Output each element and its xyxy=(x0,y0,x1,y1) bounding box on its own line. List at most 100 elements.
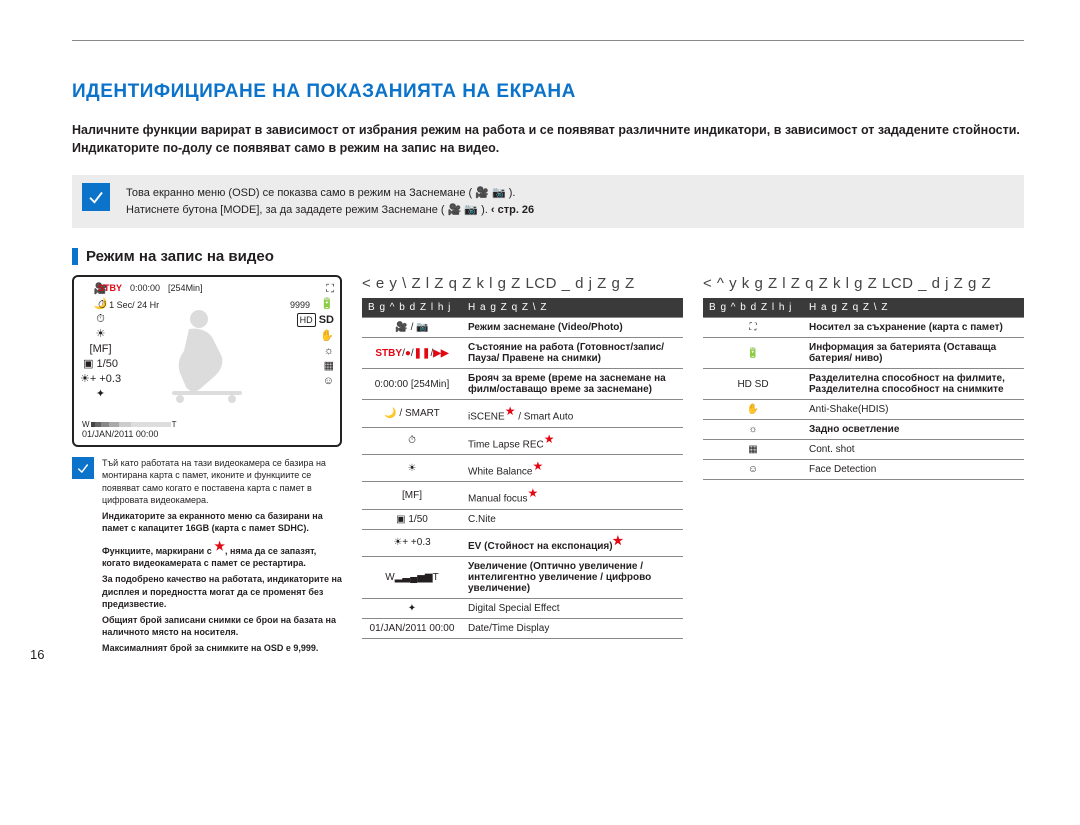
indicator-cell: 0:00:00 [254Min] xyxy=(362,369,462,400)
table-row: ✦Digital Special Effect xyxy=(362,598,683,618)
th-meaning: H a g Z q Z \ Z xyxy=(462,298,683,318)
description-cell: Anti-Shake(HDIS) xyxy=(803,400,1024,420)
description-cell: C.Nite xyxy=(462,509,683,529)
th-indicator: B g ^ b d Z l h j xyxy=(703,298,803,318)
note-line-2: Натиснете бутона [MODE], за да зададете … xyxy=(126,202,1010,219)
right-spec-table: B g ^ b d Z l h j H a g Z q Z \ Z ⛶Носит… xyxy=(703,298,1024,480)
check-icon xyxy=(82,183,110,211)
table-row: 🎥 / 📷Режим заснемане (Video/Photo) xyxy=(362,318,683,338)
indicator-cell: ⏱ xyxy=(362,427,462,454)
table-row: 01/JAN/2011 00:00Date/Time Display xyxy=(362,618,683,638)
description-cell: White Balance★ xyxy=(462,454,683,481)
indicator-cell: [MF] xyxy=(362,482,462,509)
th-meaning: H a g Z q Z \ Z xyxy=(803,298,1024,318)
left-spec-table: B g ^ b d Z l h j H a g Z q Z \ Z 🎥 / 📷Р… xyxy=(362,298,683,639)
right-subhead: < ^ y k g Z l Z q Z k l g Z LCD _ d j Z … xyxy=(703,275,1024,292)
description-cell: Информация за батерията (Оставаща батери… xyxy=(803,338,1024,369)
page-number: 16 xyxy=(30,647,44,662)
small-note-line: Функциите, маркирани с ★, няма да се зап… xyxy=(102,538,342,569)
small-note-line: Индикаторите за екранното меню са базира… xyxy=(102,510,342,534)
effect-icon: ✦ xyxy=(80,388,121,400)
table-row: ▦Cont. shot xyxy=(703,440,1024,460)
small-note-block: Тъй като работата на тази видеокамера се… xyxy=(72,457,342,658)
table-row: ▣ 1/50C.Nite xyxy=(362,509,683,529)
lcd-date: 01/JAN/2011 00:00 xyxy=(82,429,332,439)
backlight-icon: ☼ xyxy=(324,345,334,357)
small-note-line: Максималният брой за снимките на OSD е 9… xyxy=(102,642,342,654)
skater-silhouette-icon xyxy=(144,297,264,419)
note-box: Това екранно меню (OSD) се показва само … xyxy=(72,175,1024,228)
indicator-cell: ☺ xyxy=(703,460,803,480)
description-cell: Състояние на работа (Готовност/запис/Пау… xyxy=(462,338,683,369)
indicator-cell: ☀+ +0.3 xyxy=(362,529,462,556)
note-line-2a: Натиснете бутона [MODE], за да зададете … xyxy=(126,204,491,216)
description-cell: Разделителна способност на филмите, Разд… xyxy=(803,369,1024,400)
timelapse-icon: ⏱ xyxy=(80,313,121,325)
description-cell: Face Detection xyxy=(803,460,1024,480)
zoom-t: T xyxy=(172,420,177,429)
description-cell: Time Lapse REC★ xyxy=(462,427,683,454)
mid-subhead: < e y \ Z l Z q Z k l g Z LCD _ d j Z g … xyxy=(362,275,683,292)
indicator-cell: ✦ xyxy=(362,598,462,618)
lcd-time: 0:00:00 xyxy=(130,283,160,293)
th-indicator: B g ^ b d Z l h j xyxy=(362,298,462,318)
small-note-line: Общият брой записани снимки се брои на б… xyxy=(102,614,342,638)
note-line-1: Това екранно меню (OSD) се показва само … xyxy=(126,185,1010,202)
table-row: [MF]Manual focus★ xyxy=(362,482,683,509)
indicator-cell: ▦ xyxy=(703,440,803,460)
table-row: ☀White Balance★ xyxy=(362,454,683,481)
table-row: ✋Anti-Shake(HDIS) xyxy=(703,400,1024,420)
description-cell: Cont. shot xyxy=(803,440,1024,460)
table-row: 🔋Информация за батерията (Оставаща батер… xyxy=(703,338,1024,369)
indicator-cell: W▂▃▄▅▆T xyxy=(362,556,462,598)
cnite-icon: ▣ 1/50 xyxy=(80,358,121,370)
indicator-cell: HD SD xyxy=(703,369,803,400)
contshot-icon: ▦ xyxy=(324,360,334,372)
description-cell: Режим заснемане (Video/Photo) xyxy=(462,318,683,338)
lcd-photos: 9999 xyxy=(290,300,310,310)
indicator-cell: 🔋 xyxy=(703,338,803,369)
table-row: ⏱Time Lapse REC★ xyxy=(362,427,683,454)
description-cell: iSCENE★ / Smart Auto xyxy=(462,400,683,427)
wb-icon: ☀ xyxy=(80,328,121,340)
ev-icon: ☀+ +0.3 xyxy=(80,373,121,385)
res-icon: HD SD xyxy=(297,313,334,327)
description-cell: Date/Time Display xyxy=(462,618,683,638)
indicator-cell: 🌙 / SMART xyxy=(362,400,462,427)
timelapse-small-icon: ⏱ xyxy=(98,299,107,311)
zoom-w: W xyxy=(82,420,90,429)
table-row: ☀+ +0.3EV (Стойност на експонация)★ xyxy=(362,529,683,556)
description-cell: Брояч за време (време на заснемане на фи… xyxy=(462,369,683,400)
lcd-stby: STBY xyxy=(98,283,122,293)
lcd-remain: [254Min] xyxy=(168,283,203,293)
table-row: HD SDРазделителна способност на филмите,… xyxy=(703,369,1024,400)
storage-icon: ⛶ xyxy=(326,283,334,295)
table-row: ☺Face Detection xyxy=(703,460,1024,480)
table-row: ⛶Носител за съхранение (карта с памет) xyxy=(703,318,1024,338)
description-cell: Увеличение (Оптично увеличение / интелиг… xyxy=(462,556,683,598)
table-row: STBY/●/❚❚/▶▶Състояние на работа (Готовно… xyxy=(362,338,683,369)
intro-text: Наличните функции варират в зависимост о… xyxy=(72,121,1024,157)
indicator-cell: ✋ xyxy=(703,400,803,420)
description-cell: Digital Special Effect xyxy=(462,598,683,618)
check-icon xyxy=(72,457,94,479)
section-head: Режим на запис на видео xyxy=(72,248,1024,265)
note-line-2b: ‹ стр. 26 xyxy=(491,204,534,216)
page-title: ИДЕНТИФИЦИРАНЕ НА ПОКАЗАНИЯТА НА ЕКРАНА xyxy=(72,81,1024,103)
indicator-cell: STBY/●/❚❚/▶▶ xyxy=(362,338,462,369)
table-row: 0:00:00 [254Min]Брояч за време (време на… xyxy=(362,369,683,400)
description-cell: EV (Стойност на експонация)★ xyxy=(462,529,683,556)
small-note-line: Тъй като работата на тази видеокамера се… xyxy=(102,457,342,506)
mf-icon: [MF] xyxy=(80,343,121,355)
top-rule xyxy=(72,40,1024,41)
table-row: ☼Задно осветление xyxy=(703,420,1024,440)
description-cell: Manual focus★ xyxy=(462,482,683,509)
antishake-icon: ✋ xyxy=(320,330,334,342)
small-note-line: За подобрено качество на работата, индик… xyxy=(102,573,342,609)
table-row: 🌙 / SMARTiSCENE★ / Smart Auto xyxy=(362,400,683,427)
indicator-cell: ⛶ xyxy=(703,318,803,338)
indicator-cell: ☀ xyxy=(362,454,462,481)
lcd-preview: 🎥 🌙 ⏱ ☀ [MF] ▣ 1/50 ☀+ +0.3 ✦ ⛶ 🔋 HD SD … xyxy=(72,275,342,447)
description-cell: Носител за съхранение (карта с памет) xyxy=(803,318,1024,338)
indicator-cell: 🎥 / 📷 xyxy=(362,318,462,338)
